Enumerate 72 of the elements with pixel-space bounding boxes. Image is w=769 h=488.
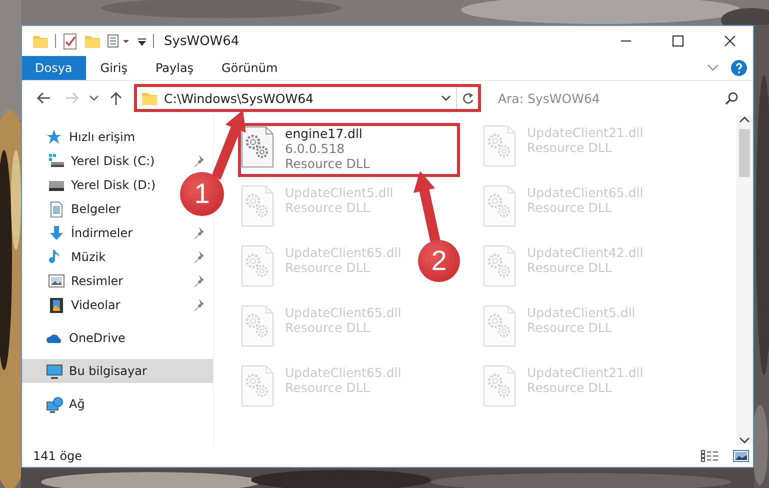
- nav-label: Belgeler: [71, 202, 121, 216]
- gear-file-icon: [483, 365, 517, 407]
- gear-file-icon: [241, 365, 275, 407]
- forward-icon: [64, 91, 80, 105]
- gear-file-icon: [483, 125, 517, 167]
- film-icon: [48, 296, 65, 314]
- nav-item[interactable]: Ağ: [22, 392, 93, 416]
- arrow: [211, 110, 246, 180]
- back-icon: [36, 91, 52, 105]
- item-count: 141 öge: [33, 449, 84, 463]
- nav-item[interactable]: OneDrive: [22, 326, 134, 350]
- nav-label: Ağ: [69, 397, 85, 411]
- file-type: Resource DLL: [285, 156, 370, 171]
- ribbon-tab[interactable]: Giriş: [86, 56, 142, 80]
- nav-item[interactable]: Hızlı erişim: [22, 125, 144, 149]
- file-version: 6.0.0.518: [285, 141, 346, 156]
- nav-label: Hızlı erişim: [69, 130, 136, 144]
- picture-icon: [48, 272, 65, 290]
- gear-file-icon: [483, 185, 517, 227]
- nav-item[interactable]: Videolar: [22, 293, 213, 317]
- ribbon-tab[interactable]: Dosya: [22, 56, 86, 80]
- refresh-icon: [462, 92, 474, 104]
- scrollbar[interactable]: [736, 115, 753, 445]
- layout-icon[interactable]: [107, 33, 131, 49]
- nav-label: Resimler: [71, 274, 124, 288]
- nav-item[interactable]: Müzik: [22, 245, 213, 269]
- file-name: engine17.dll: [285, 126, 364, 141]
- ribbon-tab[interactable]: Görünüm: [208, 56, 292, 80]
- nav-item[interactable]: Resimler: [22, 269, 213, 293]
- star-icon: [46, 128, 63, 146]
- nav-label: Videolar: [71, 298, 122, 312]
- nav-label: Yerel Disk (D:): [71, 178, 156, 192]
- details-list-icon: [701, 450, 719, 462]
- nav-item[interactable]: Yerel Disk (C:): [22, 149, 213, 173]
- checklist-icon[interactable]: [62, 32, 78, 50]
- scroll-thumb[interactable]: [739, 129, 750, 177]
- document-icon: [48, 200, 65, 218]
- scroll-down-icon[interactable]: [739, 435, 750, 445]
- search-icon[interactable]: [725, 91, 739, 105]
- file-item[interactable]: engine17.dll 6.0.0.518 Resource DLL: [238, 123, 460, 177]
- nav-item[interactable]: Yerel Disk (D:): [22, 173, 164, 197]
- picture-icon: [733, 450, 749, 462]
- nav-item[interactable]: İndirmeler: [22, 221, 213, 245]
- address-bar[interactable]: C:\Windows\SysWOW64: [134, 84, 481, 112]
- network-icon: [46, 396, 63, 412]
- gear-file-icon: [241, 305, 275, 347]
- gear-file-icon: [241, 245, 275, 287]
- up-icon: [109, 91, 123, 105]
- gear-file-icon: [241, 185, 275, 227]
- close-icon: [724, 35, 736, 47]
- gear-file-icon: [483, 305, 517, 347]
- gear-file-icon: [241, 126, 275, 168]
- nav-label: İndirmeler: [71, 226, 134, 240]
- nav-label: OneDrive: [69, 331, 126, 345]
- scroll-up-icon[interactable]: [739, 115, 750, 125]
- gear-file-icon: [483, 245, 517, 287]
- maximize-icon: [672, 35, 684, 47]
- download-icon: [48, 224, 65, 242]
- help-icon[interactable]: [731, 60, 747, 76]
- nav-label: Yerel Disk (C:): [71, 154, 156, 168]
- dropdown-icon[interactable]: [441, 94, 451, 102]
- window-title: SysWOW64: [164, 34, 240, 48]
- address-path: C:\Windows\SysWOW64: [164, 90, 314, 106]
- nav-label: Bu bilgisayar: [69, 364, 148, 378]
- drive-icon: [48, 152, 65, 170]
- nav-item[interactable]: Bu bilgisayar: [22, 359, 213, 383]
- monitor-icon: [46, 362, 63, 380]
- nav-item[interactable]: Belgeler: [22, 197, 129, 221]
- ribbon-tab[interactable]: Paylaş: [141, 56, 208, 80]
- nav-label: Müzik: [71, 250, 107, 264]
- search-field[interactable]: Ara: SysWOW64: [490, 86, 749, 110]
- chevron-icon[interactable]: [707, 64, 719, 72]
